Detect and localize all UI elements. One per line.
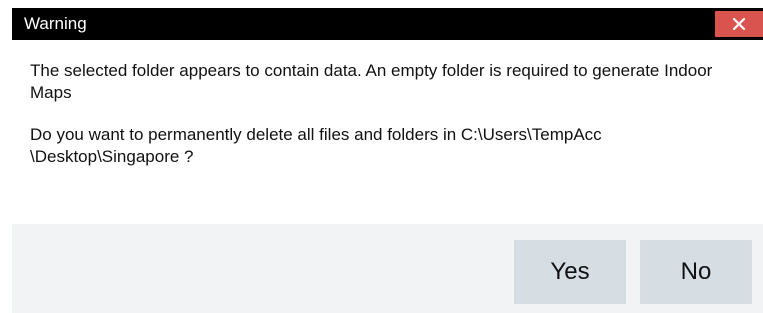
yes-button[interactable]: Yes bbox=[514, 240, 626, 304]
dialog-title: Warning bbox=[24, 14, 87, 33]
message-text-primary: The selected folder appears to contain d… bbox=[30, 61, 713, 102]
close-button[interactable] bbox=[715, 11, 763, 37]
message-text-question: Do you want to permanently delete all fi… bbox=[30, 125, 602, 166]
button-bar: Yes No bbox=[12, 224, 763, 313]
title-bar[interactable]: Warning bbox=[12, 8, 763, 40]
message-area: The selected folder appears to contain d… bbox=[30, 60, 740, 168]
warning-dialog: Warning The selected folder appears to c… bbox=[0, 0, 763, 313]
no-button[interactable]: No bbox=[640, 240, 752, 304]
close-icon bbox=[732, 17, 746, 31]
